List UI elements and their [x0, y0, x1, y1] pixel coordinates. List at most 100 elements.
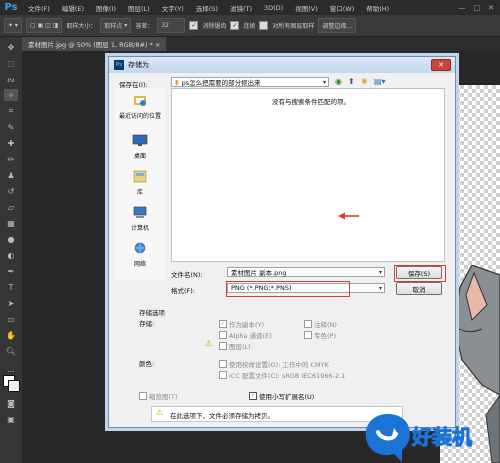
history-brush-icon[interactable]: ↺	[4, 185, 18, 197]
chevron-down-icon: ▾	[378, 285, 382, 292]
network-icon	[134, 242, 146, 254]
save-in-value: ps怎么把需要的部分抠出来	[181, 79, 261, 87]
dialog-titlebar: Ps 存储为	[109, 57, 455, 73]
options-header: 存储选项	[139, 309, 165, 317]
hand-tool-icon[interactable]: ✋	[4, 329, 18, 341]
pen-tool-icon[interactable]: ✒	[4, 265, 18, 277]
layers-checkbox	[219, 342, 227, 350]
antialias-checkbox[interactable]: ✓	[189, 21, 199, 30]
photoshop-logo: Ps	[4, 2, 18, 13]
sample-all-layers-label: 对所有图层取样	[272, 23, 315, 30]
as-copy-checkbox: ✓	[219, 320, 227, 328]
contiguous-checkbox[interactable]: ✓	[230, 21, 240, 30]
minimize-button[interactable]: —	[459, 4, 466, 12]
magic-wand-tool-icon[interactable]: ✧	[4, 89, 18, 101]
refine-edge-button[interactable]: 调整边缘...	[318, 18, 357, 33]
chevron-down-icon: ▾	[378, 269, 382, 276]
menu-filter[interactable]: 滤镜(T)	[224, 3, 258, 13]
cancel-button[interactable]: 取消	[396, 282, 442, 295]
gradient-tool-icon[interactable]: ▦	[4, 217, 18, 229]
place-library[interactable]: 库	[115, 170, 165, 196]
place-network-label: 网络	[133, 261, 146, 268]
options-bar: ✦ ▾ ▢ ▣ ◫ ◨ 取样大小： 取样点 ▾ 容差： 32 ✓ 消除锯齿 ✓ …	[0, 15, 500, 37]
place-recent-label: 最近访问的位置	[118, 113, 161, 120]
place-recent[interactable]: 最近访问的位置	[115, 94, 165, 120]
menu-3d[interactable]: 3D(D)	[258, 4, 289, 12]
eraser-tool-icon[interactable]: ▱	[4, 201, 18, 213]
filename-input[interactable]: 素材图片 副本.png ▾	[227, 267, 385, 277]
zoom-tool-icon[interactable]: 🔍︎	[4, 345, 18, 357]
lowercase-ext-checkbox[interactable]: ✓	[249, 392, 257, 400]
empty-message: 没有与搜索条件匹配的项。	[272, 98, 350, 106]
edit-toolbar-icon[interactable]: …	[4, 363, 18, 375]
sample-size-select[interactable]: 取样点 ▾	[100, 18, 132, 33]
place-network[interactable]: 网络	[115, 242, 165, 268]
thumbnail-label: 缩览图(T)	[149, 393, 178, 401]
place-library-label: 库	[136, 189, 143, 196]
layers-label: 图层(L)	[229, 343, 251, 351]
tolerance-input[interactable]: 32	[157, 18, 186, 33]
folder-icon: ▮	[175, 78, 179, 86]
file-list[interactable]: 没有与搜索条件匹配的项。	[171, 88, 445, 262]
menu-edit[interactable]: 编辑(E)	[56, 3, 90, 13]
brush-tool-icon[interactable]: ✏	[4, 153, 18, 165]
tolerance-label: 容差：	[135, 23, 154, 30]
dodge-tool-icon[interactable]: ◐	[4, 249, 18, 261]
tools-panel: ✥ ⬚ ᔓ ✧ ⌗ ✎ ✚ ✏ ♟ ↺ ▱ ▦ ● ◐ ✒ T ➤ ▭ ✋ 🔍︎…	[0, 37, 23, 463]
menu-bar: Ps 文件(F) 编辑(E) 图像(I) 图层(L) 文字(Y) 选择(S) 滤…	[0, 0, 500, 15]
new-folder-icon[interactable]: ✱	[361, 77, 368, 86]
tool-preset-picker[interactable]: ✦ ▾	[4, 18, 22, 33]
menu-view[interactable]: 视图(V)	[289, 3, 324, 13]
type-tool-icon[interactable]: T	[4, 281, 18, 293]
screen-mode-icon[interactable]: ▣	[4, 413, 18, 425]
filename-label: 文件名(N):	[171, 271, 203, 279]
sample-all-layers-checkbox[interactable]	[259, 21, 269, 30]
selection-mode-buttons[interactable]: ▢ ▣ ◫ ◨	[25, 18, 63, 33]
back-icon[interactable]: ◉	[335, 77, 342, 86]
place-computer[interactable]: 计算机	[115, 206, 165, 232]
menu-type[interactable]: 文字(Y)	[156, 3, 190, 13]
view-menu-icon[interactable]: ▤▾	[374, 77, 386, 86]
crop-tool-icon[interactable]: ⌗	[4, 105, 18, 117]
filename-value: 素材图片 副本.png	[231, 269, 287, 277]
notes-checkbox	[304, 320, 312, 328]
menu-select[interactable]: 选择(S)	[190, 3, 224, 13]
place-desktop[interactable]: 桌面	[115, 134, 165, 160]
background-color-swatch[interactable]	[8, 380, 20, 392]
use-proof-checkbox	[219, 360, 227, 368]
use-proof-label: 使用校样设置(O): 工作中的 CMYK	[229, 361, 329, 369]
thumbnail-checkbox	[139, 392, 147, 400]
menu-file[interactable]: 文件(F)	[22, 3, 56, 13]
save-in-dropdown[interactable]: ▮ ps怎么把需要的部分抠出来 ▾	[171, 77, 329, 87]
shape-tool-icon[interactable]: ▭	[4, 313, 18, 325]
blur-tool-icon[interactable]: ●	[4, 233, 18, 245]
marquee-tool-icon[interactable]: ⬚	[4, 57, 18, 69]
format-highlight-box	[226, 281, 350, 297]
storage-label: 存储:	[139, 320, 155, 328]
menu-layer[interactable]: 图层(L)	[122, 3, 156, 13]
places-bar: 最近访问的位置 桌面 库 计算机 网络	[115, 88, 165, 280]
watermark-text: 好装机	[412, 425, 473, 450]
healing-brush-icon[interactable]: ✚	[4, 137, 18, 149]
close-window-button[interactable]: ✕	[488, 4, 494, 12]
path-selection-icon[interactable]: ➤	[4, 297, 18, 309]
up-folder-icon[interactable]: ⬆	[348, 77, 355, 86]
dialog-close-button[interactable]: ✕	[431, 59, 451, 71]
menu-help[interactable]: 帮助(H)	[360, 3, 395, 13]
warning-icon: ⚠	[205, 339, 213, 348]
place-desktop-label: 桌面	[133, 153, 146, 160]
menu-image[interactable]: 图像(I)	[90, 3, 122, 13]
clone-stamp-icon[interactable]: ♟	[4, 169, 18, 181]
menu-window[interactable]: 窗口(W)	[324, 3, 361, 13]
format-label: 格式(F):	[171, 287, 196, 295]
move-tool-icon[interactable]: ✥	[4, 41, 18, 53]
eyedropper-tool-icon[interactable]: ✎	[4, 121, 18, 133]
library-icon	[133, 170, 147, 183]
document-tab[interactable]: 素材图片.jpg @ 50% (图层 1, RGB/8#) * ×	[22, 37, 167, 51]
contiguous-label: 连续	[243, 23, 256, 30]
spot-colors-label: 专色(P)	[314, 332, 336, 340]
lasso-tool-icon[interactable]: ᔓ	[4, 73, 18, 85]
dialog-title: 存储为	[128, 61, 149, 69]
quick-mask-icon[interactable]: ◙	[4, 397, 18, 409]
maximize-button[interactable]: □	[474, 4, 481, 12]
